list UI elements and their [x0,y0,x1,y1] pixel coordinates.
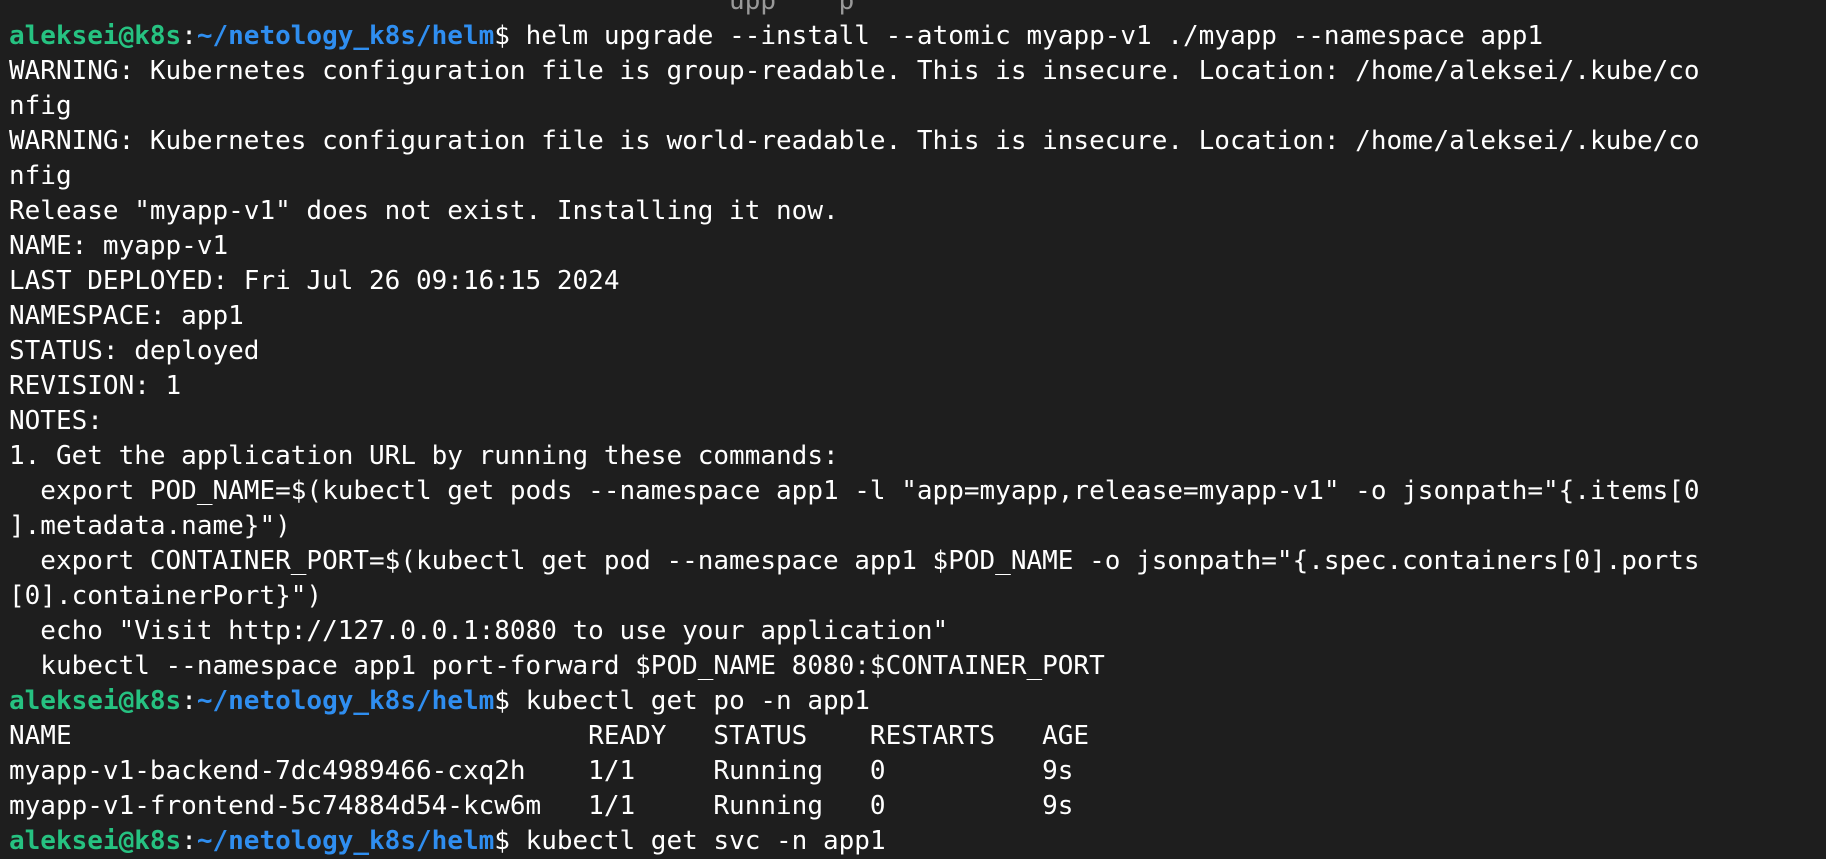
table-row-text: myapp-v1-backend-7dc4989466-cxq2h 1/1 Ru… [9,756,1074,786]
output-line: STATUS: deployed [9,334,1826,369]
output-line: nfig [9,89,1826,124]
output-line: export POD_NAME=$(kubectl get pods --nam… [9,474,1826,509]
output-text: NAMESPACE: app1 [9,301,244,331]
table-header-text: NAME READY STATUS RESTARTS AGE [9,721,1090,751]
prompt-separator: : [181,826,197,856]
output-line: LAST DEPLOYED: Fri Jul 26 09:16:15 2024 [9,264,1826,299]
output-line: WARNING: Kubernetes configuration file i… [9,54,1826,89]
output-line: [0].containerPort}") [9,579,1826,614]
output-text: NAME: myapp-v1 [9,231,229,261]
prompt-symbol: $ [494,826,526,856]
prompt-symbol: $ [494,21,526,51]
prompt-path: ~/netology_k8s/helm [196,826,495,856]
terminal-window[interactable]: upp p aleksei@k8s:~/netology_k8s/helm$ h… [0,0,1826,859]
output-text: 1. Get the application URL by running th… [9,441,839,471]
output-line: ].metadata.name}") [9,509,1826,544]
prompt-user: aleksei@k8s [9,21,182,51]
prompt-line: aleksei@k8s:~/netology_k8s/helm$ helm up… [9,19,1826,54]
output-line: export CONTAINER_PORT=$(kubectl get pod … [9,544,1826,579]
output-text: nfig [9,161,72,191]
output-text: NOTES: [9,406,103,436]
output-text: export POD_NAME=$(kubectl get pods --nam… [9,476,1700,506]
output-line: NAME: myapp-v1 [9,229,1826,264]
output-text: [0].containerPort}") [9,581,323,611]
output-line: kubectl --namespace app1 port-forward $P… [9,649,1826,684]
prompt-path: ~/netology_k8s/helm [196,21,495,51]
output-text: WARNING: Kubernetes configuration file i… [9,126,1700,156]
output-text: Release "myapp-v1" does not exist. Insta… [9,196,839,226]
partial-output-text: upp p [9,0,855,16]
prompt-path: ~/netology_k8s/helm [196,686,495,716]
table-row: myapp-v1-frontend-5c74884d54-kcw6m 1/1 R… [9,789,1826,824]
prompt-separator: : [181,21,197,51]
output-line: NAMESPACE: app1 [9,299,1826,334]
output-text: nfig [9,91,72,121]
output-line: REVISION: 1 [9,369,1826,404]
output-text: STATUS: deployed [9,336,260,366]
prompt-line: aleksei@k8s:~/netology_k8s/helm$ kubectl… [9,684,1826,719]
command-text: kubectl get po -n app1 [525,686,870,716]
output-text: REVISION: 1 [9,371,182,401]
prompt-user: aleksei@k8s [9,686,182,716]
output-text: export CONTAINER_PORT=$(kubectl get pod … [9,546,1700,576]
table-row: myapp-v1-backend-7dc4989466-cxq2h 1/1 Ru… [9,754,1826,789]
output-text: kubectl --namespace app1 port-forward $P… [9,651,1105,681]
output-line: WARNING: Kubernetes configuration file i… [9,124,1826,159]
table-row-text: myapp-v1-frontend-5c74884d54-kcw6m 1/1 R… [9,791,1074,821]
command-text: kubectl get svc -n app1 [525,826,886,856]
output-line: 1. Get the application URL by running th… [9,439,1826,474]
prompt-separator: : [181,686,197,716]
prompt-user: aleksei@k8s [9,826,182,856]
output-text: LAST DEPLOYED: Fri Jul 26 09:16:15 2024 [9,266,620,296]
output-line: upp p [9,0,1826,19]
output-line: echo "Visit http://127.0.0.1:8080 to use… [9,614,1826,649]
output-line: nfig [9,159,1826,194]
prompt-symbol: $ [494,686,526,716]
output-text: echo "Visit http://127.0.0.1:8080 to use… [9,616,949,646]
output-text: ].metadata.name}") [9,511,291,541]
output-text: WARNING: Kubernetes configuration file i… [9,56,1700,86]
prompt-line: aleksei@k8s:~/netology_k8s/helm$ kubectl… [9,824,1826,859]
command-text: helm upgrade --install --atomic myapp-v1… [525,21,1544,51]
table-header: NAME READY STATUS RESTARTS AGE [9,719,1826,754]
output-line: Release "myapp-v1" does not exist. Insta… [9,194,1826,229]
output-line: NOTES: [9,404,1826,439]
